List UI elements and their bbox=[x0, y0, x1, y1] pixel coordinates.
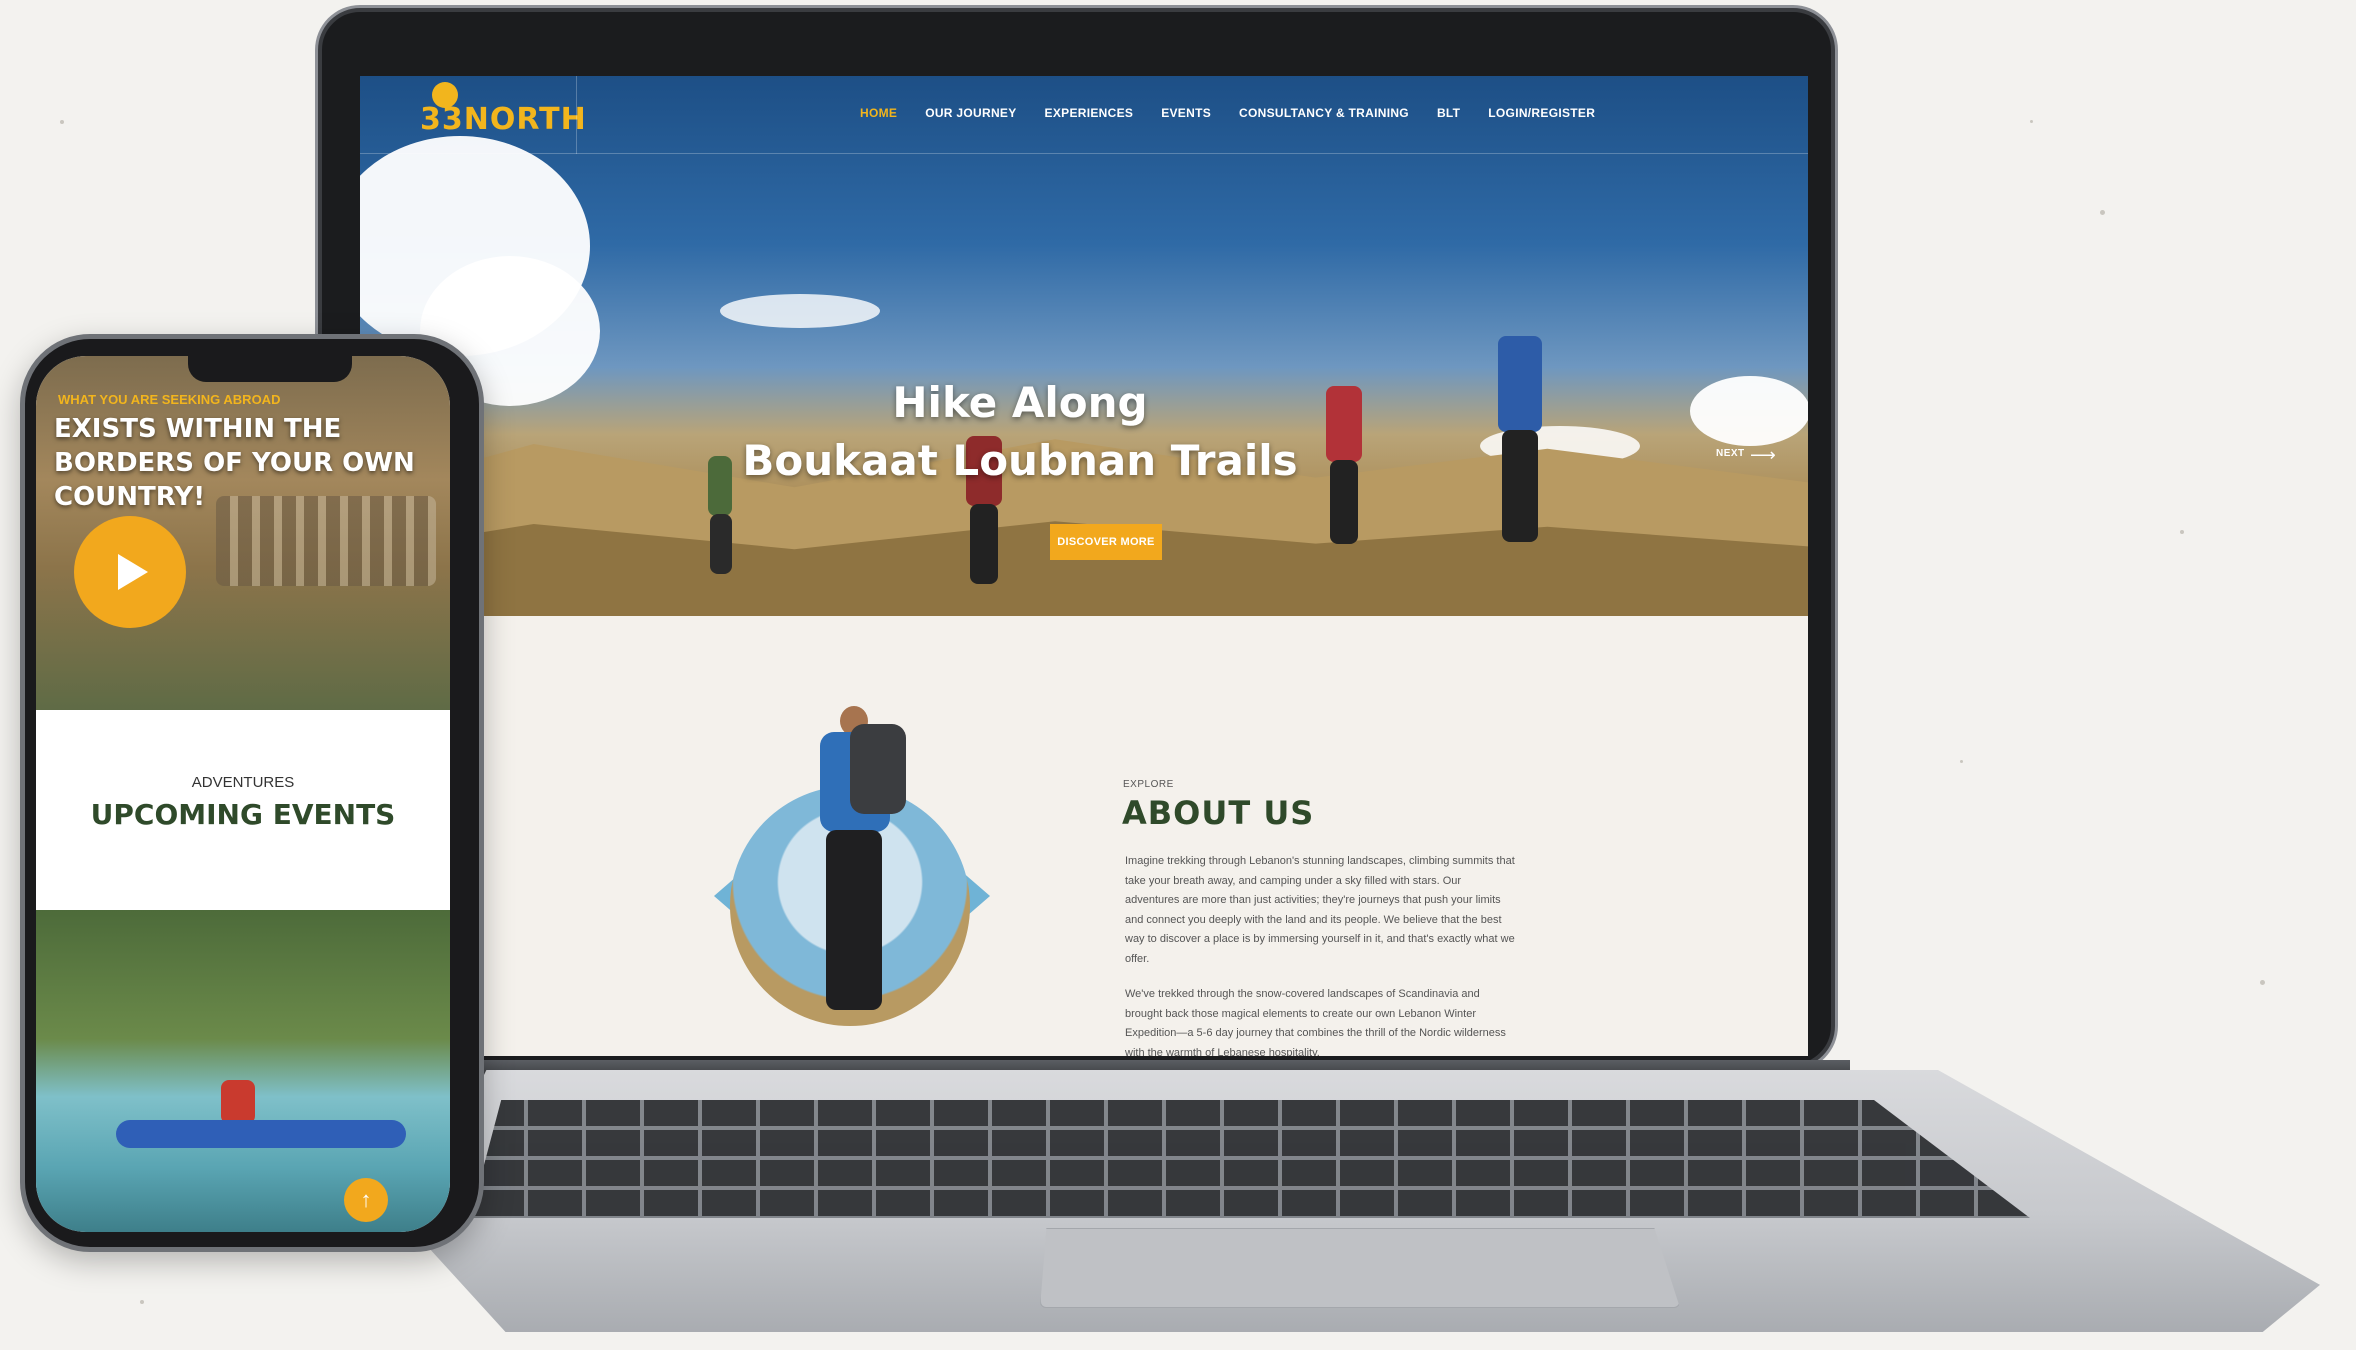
hero-title-line-2: Boukaat Loubnan Trails bbox=[742, 436, 1298, 485]
about-eyebrow: EXPLORE bbox=[1123, 779, 1174, 790]
next-slide-link[interactable]: NEXT bbox=[1716, 448, 1745, 459]
hiker-figure bbox=[1490, 336, 1550, 546]
mobile-events-eyebrow: ADVENTURES bbox=[191, 774, 295, 791]
kayak-shape bbox=[116, 1120, 406, 1148]
main-nav: HOME OUR JOURNEY EXPERIENCES EVENTS CONS… bbox=[860, 106, 1595, 120]
laptop-keyboard bbox=[470, 1100, 2030, 1218]
mobile-events-title: UPCOMING EVENTS bbox=[90, 798, 396, 831]
hero-title: Hike Along Boukaat Loubnan Trails bbox=[640, 374, 1400, 490]
about-paragraph-2: We've trekked through the snow-covered l… bbox=[1125, 988, 1506, 1056]
mobile-hero-section: WHAT YOU ARE SEEKING ABROAD EXISTS WITHI… bbox=[36, 356, 450, 710]
hiker-photo bbox=[800, 706, 910, 1026]
play-video-button[interactable] bbox=[74, 516, 186, 628]
nav-item-home[interactable]: HOME bbox=[860, 106, 897, 120]
nav-item-consultancy-training[interactable]: CONSULTANCY & TRAINING bbox=[1239, 106, 1409, 120]
site-logo[interactable]: 33NORTH bbox=[420, 102, 587, 137]
nav-item-experiences[interactable]: EXPERIENCES bbox=[1045, 106, 1134, 120]
arrow-right-icon[interactable]: ⟶ bbox=[1750, 445, 1776, 466]
about-paragraph-1: Imagine trekking through Lebanon's stunn… bbox=[1125, 855, 1515, 965]
laptop-screen: 33NORTH HOME OUR JOURNEY EXPERIENCES EVE… bbox=[360, 76, 1808, 1056]
nav-divider bbox=[576, 76, 577, 154]
hero-title-line-1: Hike Along bbox=[892, 378, 1148, 427]
cloud-shape bbox=[1690, 376, 1808, 446]
cloud-shape bbox=[720, 294, 880, 328]
nav-item-blt[interactable]: BLT bbox=[1437, 106, 1460, 120]
arrow-up-icon[interactable]: ↑ bbox=[344, 1178, 388, 1222]
kayaker-figure bbox=[221, 1080, 255, 1124]
phone-screen: WHAT YOU ARE SEEKING ABROAD EXISTS WITHI… bbox=[36, 356, 450, 1232]
about-section: EXPLORE ABOUT US Imagine trekking throug… bbox=[360, 616, 1808, 1056]
mobile-events-section: ADVENTURES UPCOMING EVENTS bbox=[36, 710, 450, 910]
nav-item-our-journey[interactable]: OUR JOURNEY bbox=[925, 106, 1016, 120]
phone-notch bbox=[188, 352, 352, 382]
about-title: ABOUT US bbox=[1122, 794, 1315, 832]
laptop-trackpad bbox=[1040, 1228, 1680, 1308]
kayak-photo: ↑ bbox=[36, 910, 450, 1232]
nav-item-login-register[interactable]: LOGIN/REGISTER bbox=[1488, 106, 1595, 120]
hero-section: 33NORTH HOME OUR JOURNEY EXPERIENCES EVE… bbox=[360, 76, 1808, 636]
nav-item-events[interactable]: EVENTS bbox=[1161, 106, 1211, 120]
discover-more-button[interactable]: DISCOVER MORE bbox=[1050, 524, 1162, 560]
top-navbar: 33NORTH HOME OUR JOURNEY EXPERIENCES EVE… bbox=[360, 76, 1808, 154]
about-body: Imagine trekking through Lebanon's stunn… bbox=[1125, 852, 1515, 1056]
mobile-hero-eyebrow: WHAT YOU ARE SEEKING ABROAD bbox=[58, 392, 281, 407]
mobile-hero-headline: EXISTS WITHIN THE BORDERS OF YOUR OWN CO… bbox=[54, 414, 415, 512]
